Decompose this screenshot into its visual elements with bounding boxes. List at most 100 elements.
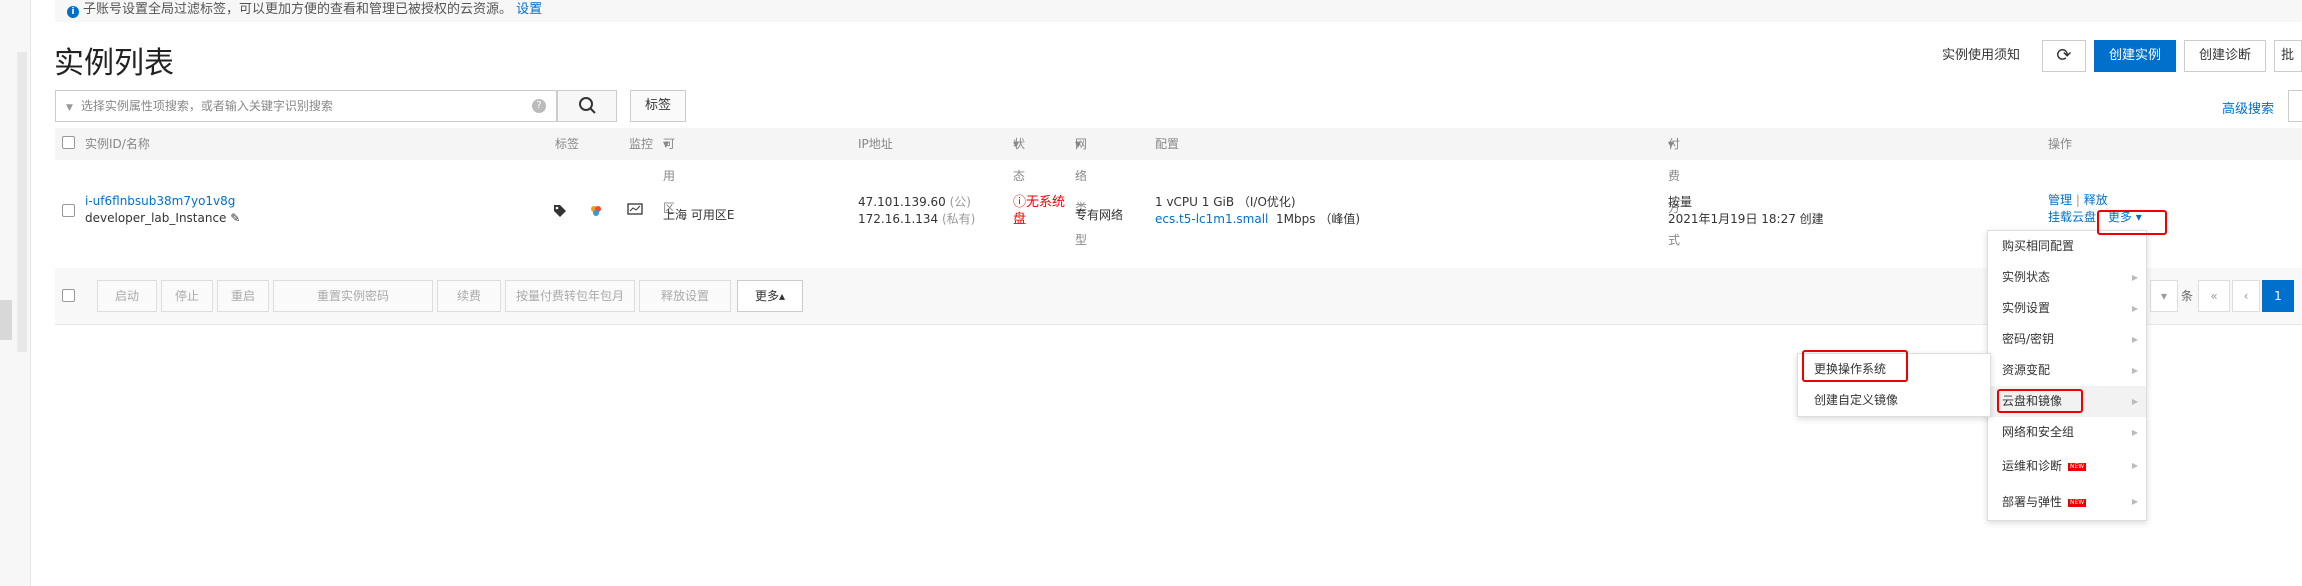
menu-item-ops-diagnosis[interactable]: 运维和诊断 NEW ▶ [1988,448,2146,484]
search-input[interactable]: ▼ 选择实例属性项搜索，或者输入关键字识别搜索 ? [55,90,557,122]
menu-item-buy-same[interactable]: 购买相同配置 [1988,231,2146,262]
help-icon[interactable]: ? [532,99,546,113]
refresh-button[interactable]: ⟳ [2041,40,2086,72]
usage-notice-link[interactable]: 实例使用须知 [1928,40,2034,72]
instance-name: developer_lab_Instance [85,211,227,225]
chevron-right-icon: ▶ [2131,273,2138,282]
page-1-button[interactable]: 1 [2262,280,2294,312]
menu-item-label: 密码/密钥 [2002,332,2055,346]
menu-item-label: 资源变配 [2002,363,2051,377]
chevron-right-icon: ▶ [2131,366,2138,375]
create-instance-button[interactable]: 创建实例 [2093,40,2176,72]
table-header: 实例ID/名称 标签 监控 可用区 ▾ IP地址 状态 ▾ 网络类型 ▾ 配置 … [55,128,2302,247]
search-icon [579,97,596,114]
top-actions: 实例使用须知 ⟳ 创建实例 创建诊断 批 [1928,40,2302,72]
status-text-line2: 盘 [1013,212,1027,227]
submenu-create-custom-image[interactable]: 创建自定义镜像 [1798,385,1990,416]
select-all-checkbox[interactable] [62,136,75,149]
menu-item-label: 实例状态 [2002,270,2051,284]
sidebar-collapse-handle[interactable] [0,300,12,340]
chevron-right-icon: ▶ [2131,461,2138,470]
config-spec: 1 vCPU 1 GiB （I/O优化) [1155,195,1296,209]
new-badge: NEW [2068,463,2087,471]
search-button[interactable] [557,90,617,122]
row-checkbox[interactable] [62,204,75,217]
menu-item-instance-settings[interactable]: 实例设置 ▶ [1988,293,2146,324]
warning-icon: ⓘ [1013,195,1027,210]
highlight-box-replace-os [1802,350,1908,382]
page-size-select[interactable]: ▾ [2150,280,2178,312]
chevron-right-icon: ▶ [2131,335,2138,344]
col-billing[interactable]: 付费方式 ▾ [1668,128,1680,247]
bandwidth-value: 1Mbps （峰值) [1276,212,1361,226]
menu-item-deploy-elastic[interactable]: 部署与弹性 NEW ▶ [1988,484,2146,520]
edit-name-icon[interactable]: ✎ [230,211,240,225]
menu-item-password-key[interactable]: 密码/密钥 ▶ [1988,324,2146,355]
more-dropdown-menu: 购买相同配置 实例状态 ▶ 实例设置 ▶ 密码/密钥 ▶ 资源变配 ▶ 云盘和镜像 ▶ 网… [1987,230,2147,521]
batch-button-truncated[interactable]: 批 [2274,40,2302,72]
created-time: 2021年1月19日 18:27 创建 [1668,212,1824,226]
col-ops: 操作 [2048,137,2073,151]
batch-more-label: 更多 [754,289,779,303]
public-ip-tag: (公) [949,195,971,209]
release-settings-button[interactable]: 释放设置 [639,280,731,312]
zone-value: 上海 可用区E [663,208,735,222]
convert-billing-button[interactable]: 按量付费转包年包月 [505,280,635,312]
chevron-right-icon: ▶ [2131,397,2138,406]
tag-icon[interactable] [553,204,567,221]
instance-id-link[interactable]: i-uf6flnbsub38m7yo1v8g [85,194,240,208]
col-tags: 标签 [555,137,580,151]
first-page-button[interactable]: « [2198,280,2230,312]
multicolor-tag-icon[interactable] [589,204,603,221]
menu-item-instance-status[interactable]: 实例状态 ▶ [1988,262,2146,293]
batch-more-button[interactable]: 更多▴ [737,280,803,312]
tag-filter-button[interactable]: 标签 [630,90,686,122]
create-diagnosis-button[interactable]: 创建诊断 [2183,40,2266,72]
col-monitor: 监控 [629,137,654,151]
chevron-right-icon: ▶ [2131,428,2138,437]
page-title: 实例列表 [54,46,174,81]
chevron-right-icon: ▶ [2131,497,2138,506]
menu-item-label: 购买相同配置 [2002,239,2075,253]
left-sidebar-strip [0,0,31,586]
highlight-box-disk-image [1997,389,2083,413]
col-id-name: 实例ID/名称 [85,137,150,151]
menu-item-network-security[interactable]: 网络和安全组 ▶ [1988,417,2146,448]
menu-item-resource-change[interactable]: 资源变配 ▶ [1988,355,2146,386]
network-value: 专有网络 [1075,208,1124,222]
mount-disk-link[interactable]: 挂载云盘 [2048,210,2096,224]
new-badge: NEW [2068,499,2087,507]
release-link[interactable]: 释放 [2084,193,2108,207]
batch-action-bar: 启动 停止 重启 重置实例密码 续费 按量付费转包年包月 释放设置 更多▴ ▾ … [55,268,2302,325]
table-row: i-uf6flnbsub38m7yo1v8g developer_lab_Ins… [55,160,2302,269]
manage-link[interactable]: 管理 [2048,193,2072,207]
notice-text: 子账号设置全局过滤标签，可以更加方便的查看和管理已被授权的云资源。 [83,2,513,17]
public-ip: 47.101.139.60 [858,195,946,209]
renew-button[interactable]: 续费 [437,280,501,312]
prev-page-button[interactable]: ‹ [2232,280,2260,312]
reset-password-button[interactable]: 重置实例密码 [273,280,433,312]
refresh-icon: ⟳ [2056,45,2072,66]
col-network[interactable]: 网络类型 ▾ [1075,128,1087,247]
start-button[interactable]: 启动 [97,280,157,312]
monitor-icon[interactable] [627,203,643,220]
notice-bar: i 子账号设置全局过滤标签，可以更加方便的查看和管理已被授权的云资源。 设置 [55,0,2302,22]
col-ip: IP地址 [858,137,893,151]
col-status[interactable]: 状态 ▾ [1013,128,1025,183]
menu-item-label: 部署与弹性 [2002,495,2063,509]
scrollbar-track[interactable] [17,52,27,352]
page-size-suffix: 条 [2181,289,2194,303]
caret-up-icon: ▴ [778,289,786,303]
billing-value: 按量 [1668,195,1693,209]
advanced-search-link[interactable]: 高级搜索 [2222,98,2274,117]
col-zone[interactable]: 可用区 ▾ [663,128,675,215]
stop-button[interactable]: 停止 [161,280,213,312]
settings-button-truncated[interactable] [2288,90,2302,122]
chevron-right-icon: ▶ [2131,304,2138,313]
notice-settings-link[interactable]: 设置 [516,2,542,17]
batch-select-checkbox[interactable] [62,289,75,302]
restart-button[interactable]: 重启 [217,280,269,312]
op-separator: | [2075,193,2080,207]
info-icon: i [67,6,79,18]
instance-type-link[interactable]: ecs.t5-lc1m1.small [1155,212,1268,226]
